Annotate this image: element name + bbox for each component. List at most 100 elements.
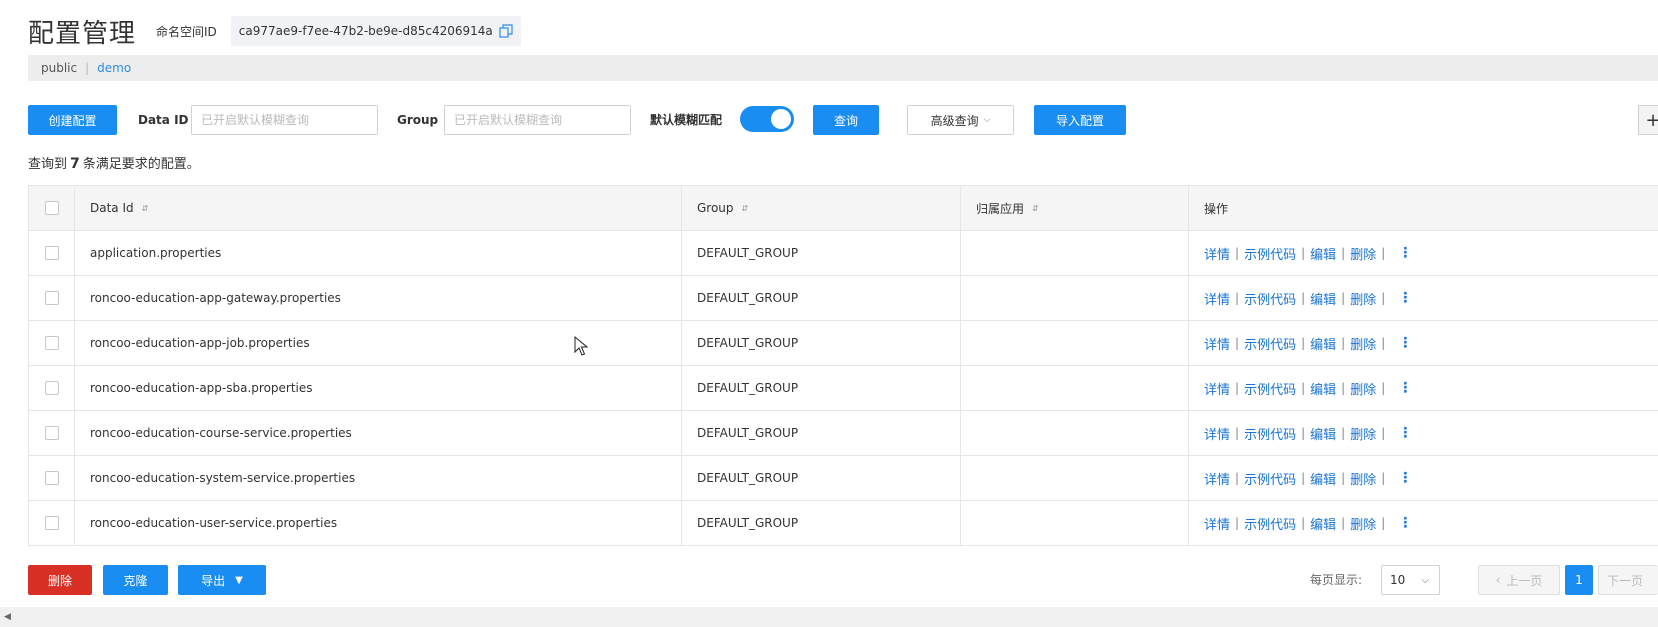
- more-vertical-icon[interactable]: ⋮: [1398, 470, 1412, 486]
- row-checkbox[interactable]: [44, 516, 59, 530]
- detail-link[interactable]: 详情: [1204, 469, 1230, 488]
- op-separator: |: [1381, 516, 1386, 530]
- data-id-text: roncoo-education-course-service.properti…: [90, 426, 352, 440]
- data-id-text: roncoo-education-user-service.properties: [90, 516, 338, 530]
- detail-link[interactable]: 详情: [1204, 379, 1230, 398]
- sample-code-link[interactable]: 示例代码: [1244, 514, 1296, 533]
- fuzzy-match-toggle[interactable]: [740, 106, 794, 132]
- delete-link[interactable]: 删除: [1350, 379, 1376, 398]
- delete-link[interactable]: 删除: [1350, 424, 1376, 443]
- row-checkbox[interactable]: [44, 291, 59, 305]
- delete-link[interactable]: 删除: [1350, 289, 1376, 308]
- data-id-text: roncoo-education-app-job.properties: [90, 336, 310, 350]
- scroll-left-icon[interactable]: ◀: [4, 612, 11, 622]
- query-button[interactable]: 查询: [813, 105, 879, 135]
- more-vertical-icon[interactable]: ⋮: [1398, 515, 1412, 531]
- namespace-bar: public | demo: [28, 55, 1658, 81]
- import-config-button[interactable]: 导入配置: [1034, 105, 1126, 135]
- row-group: DEFAULT_GROUP: [682, 501, 961, 545]
- op-separator: |: [1301, 381, 1306, 395]
- edit-link[interactable]: 编辑: [1310, 379, 1336, 398]
- copy-icon[interactable]: [499, 24, 513, 38]
- next-page-button[interactable]: 下一页: [1598, 565, 1658, 595]
- delete-link[interactable]: 删除: [1350, 334, 1376, 353]
- sample-code-link[interactable]: 示例代码: [1244, 334, 1296, 353]
- more-vertical-icon[interactable]: ⋮: [1398, 425, 1412, 441]
- group-input[interactable]: 已开启默认模糊查询: [444, 105, 631, 135]
- page-size-select[interactable]: 10 ⌵: [1381, 565, 1440, 595]
- namespace-demo[interactable]: demo: [97, 61, 131, 75]
- op-separator: |: [1301, 471, 1306, 485]
- edit-link[interactable]: 编辑: [1310, 289, 1336, 308]
- namespace-separator: |: [85, 61, 90, 75]
- mouse-cursor-icon: [574, 336, 588, 356]
- row-data-id: roncoo-education-app-sba.properties: [75, 366, 682, 410]
- op-separator: |: [1341, 516, 1346, 530]
- header-app[interactable]: 归属应用 ⇵: [961, 186, 1189, 230]
- create-config-button[interactable]: 创建配置: [28, 105, 117, 135]
- sample-code-link[interactable]: 示例代码: [1244, 424, 1296, 443]
- fuzzy-match-label: 默认模糊匹配: [650, 113, 723, 127]
- clone-button[interactable]: 克隆: [103, 565, 168, 595]
- sort-icon[interactable]: ⇵: [142, 204, 149, 213]
- export-label: 导出: [201, 573, 226, 588]
- more-vertical-icon[interactable]: ⋮: [1398, 290, 1412, 306]
- config-table: Data Id ⇵ Group ⇵ 归属应用 ⇵ 操作 application.pro…: [28, 185, 1658, 546]
- edit-link[interactable]: 编辑: [1310, 244, 1336, 263]
- delete-link[interactable]: 删除: [1350, 469, 1376, 488]
- delete-link[interactable]: 删除: [1350, 514, 1376, 533]
- advanced-query-button[interactable]: 高级查询 ⌵: [907, 105, 1014, 135]
- op-separator: |: [1381, 291, 1386, 305]
- op-separator: |: [1235, 471, 1240, 485]
- row-checkbox[interactable]: [44, 426, 59, 440]
- detail-link[interactable]: 详情: [1204, 334, 1230, 353]
- batch-delete-button[interactable]: 删除: [28, 565, 92, 595]
- more-vertical-icon[interactable]: ⋮: [1398, 245, 1412, 261]
- data-id-text: roncoo-education-app-sba.properties: [90, 381, 313, 395]
- row-data-id: roncoo-education-system-service.properti…: [75, 456, 682, 500]
- namespace-public[interactable]: public: [41, 61, 77, 75]
- row-checkbox-cell: [28, 276, 75, 320]
- result-suffix: 条满足要求的配置。: [82, 157, 200, 172]
- sample-code-link[interactable]: 示例代码: [1244, 469, 1296, 488]
- header-data-id[interactable]: Data Id ⇵: [75, 186, 682, 230]
- detail-link[interactable]: 详情: [1204, 289, 1230, 308]
- detail-link[interactable]: 详情: [1204, 244, 1230, 263]
- prev-page-button[interactable]: ‹ 上一页: [1478, 565, 1560, 595]
- edit-link[interactable]: 编辑: [1310, 469, 1336, 488]
- horizontal-scrollbar[interactable]: ◀: [0, 607, 1658, 627]
- edit-link[interactable]: 编辑: [1310, 424, 1336, 443]
- edit-link[interactable]: 编辑: [1310, 334, 1336, 353]
- edit-link[interactable]: 编辑: [1310, 514, 1336, 533]
- detail-link[interactable]: 详情: [1204, 424, 1230, 443]
- dataid-input[interactable]: 已开启默认模糊查询: [191, 105, 378, 135]
- row-group: DEFAULT_GROUP: [682, 456, 961, 500]
- row-checkbox[interactable]: [44, 246, 59, 260]
- sample-code-link[interactable]: 示例代码: [1244, 244, 1296, 263]
- more-vertical-icon[interactable]: ⋮: [1398, 335, 1412, 351]
- row-data-id: roncoo-education-app-gateway.properties: [75, 276, 682, 320]
- sample-code-link[interactable]: 示例代码: [1244, 289, 1296, 308]
- row-checkbox-cell: [28, 366, 75, 410]
- sample-code-link[interactable]: 示例代码: [1244, 379, 1296, 398]
- row-checkbox[interactable]: [44, 471, 59, 485]
- table-row: roncoo-education-app-sba.properties DEFA…: [28, 366, 1658, 411]
- sort-icon[interactable]: ⇵: [1032, 204, 1039, 213]
- export-button[interactable]: 导出 ▼: [178, 565, 266, 595]
- delete-link[interactable]: 删除: [1350, 244, 1376, 263]
- chevron-down-icon: ▼: [235, 574, 243, 586]
- row-app: [961, 321, 1189, 365]
- header-group[interactable]: Group ⇵: [682, 186, 961, 230]
- more-vertical-icon[interactable]: ⋮: [1398, 380, 1412, 396]
- current-page-button[interactable]: 1: [1565, 565, 1593, 595]
- op-separator: |: [1381, 471, 1386, 485]
- row-checkbox[interactable]: [44, 381, 59, 395]
- sort-icon[interactable]: ⇵: [742, 204, 749, 213]
- row-ops: 详情 | 示例代码 | 编辑 | 删除 | ⋮: [1189, 321, 1658, 365]
- detail-link[interactable]: 详情: [1204, 514, 1230, 533]
- plus-icon[interactable]: +: [1638, 105, 1658, 135]
- row-checkbox[interactable]: [44, 336, 59, 350]
- select-all-checkbox[interactable]: [44, 201, 59, 215]
- namespace-id-value: ca977ae9-f7ee-47b2-be9e-d85c4206914a: [238, 24, 493, 38]
- result-count: 7: [70, 156, 80, 172]
